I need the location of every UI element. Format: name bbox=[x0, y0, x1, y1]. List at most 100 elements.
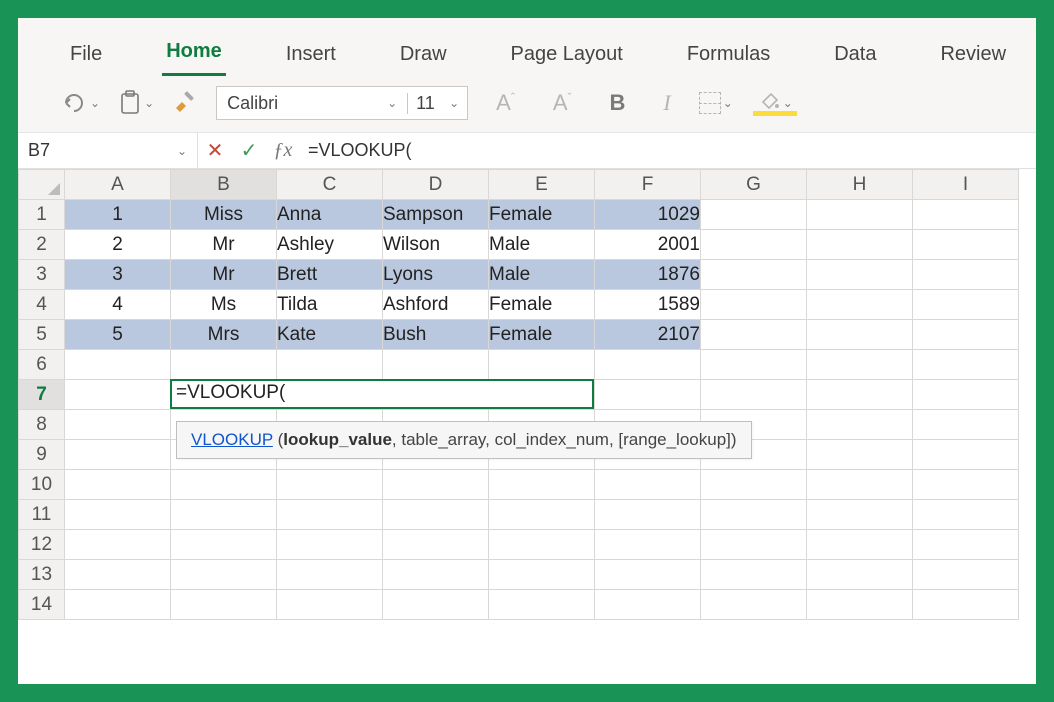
row-header-14[interactable]: 14 bbox=[19, 590, 65, 620]
tab-data[interactable]: Data bbox=[830, 33, 880, 76]
row-header-5[interactable]: 5 bbox=[19, 320, 65, 350]
cell-D3[interactable]: Lyons bbox=[383, 260, 489, 290]
cell-F14[interactable] bbox=[595, 590, 701, 620]
cell-G1[interactable] bbox=[701, 200, 807, 230]
cell-C6[interactable] bbox=[277, 350, 383, 380]
cell-G7[interactable] bbox=[701, 380, 807, 410]
column-header-B[interactable]: B bbox=[171, 170, 277, 200]
cell-C5[interactable]: Kate bbox=[277, 320, 383, 350]
fill-color-button[interactable]: ⌄ bbox=[751, 92, 799, 114]
cell-I12[interactable] bbox=[913, 530, 1019, 560]
row-header-10[interactable]: 10 bbox=[19, 470, 65, 500]
cell-C14[interactable] bbox=[277, 590, 383, 620]
decrease-font-button[interactable]: Aˇ bbox=[543, 90, 582, 116]
cell-B11[interactable] bbox=[171, 500, 277, 530]
cell-G3[interactable] bbox=[701, 260, 807, 290]
cell-H10[interactable] bbox=[807, 470, 913, 500]
cell-E3[interactable]: Male bbox=[489, 260, 595, 290]
cancel-formula-button[interactable]: ✕ bbox=[198, 133, 232, 168]
cell-I5[interactable] bbox=[913, 320, 1019, 350]
cell-C3[interactable]: Brett bbox=[277, 260, 383, 290]
cell-F11[interactable] bbox=[595, 500, 701, 530]
undo-button[interactable]: ⌄ bbox=[62, 92, 100, 114]
cell-I10[interactable] bbox=[913, 470, 1019, 500]
cell-C7[interactable] bbox=[277, 380, 383, 410]
cell-I3[interactable] bbox=[913, 260, 1019, 290]
cell-D6[interactable] bbox=[383, 350, 489, 380]
cell-D5[interactable]: Bush bbox=[383, 320, 489, 350]
cell-D11[interactable] bbox=[383, 500, 489, 530]
column-header-H[interactable]: H bbox=[807, 170, 913, 200]
tab-insert[interactable]: Insert bbox=[282, 33, 340, 76]
cell-E6[interactable] bbox=[489, 350, 595, 380]
cell-H7[interactable] bbox=[807, 380, 913, 410]
row-header-12[interactable]: 12 bbox=[19, 530, 65, 560]
cell-I14[interactable] bbox=[913, 590, 1019, 620]
tab-formulas[interactable]: Formulas bbox=[683, 33, 774, 76]
cell-B5[interactable]: Mrs bbox=[171, 320, 277, 350]
cell-F5[interactable]: 2107 bbox=[595, 320, 701, 350]
cell-F4[interactable]: 1589 bbox=[595, 290, 701, 320]
cell-H12[interactable] bbox=[807, 530, 913, 560]
cell-I13[interactable] bbox=[913, 560, 1019, 590]
cell-C1[interactable]: Anna bbox=[277, 200, 383, 230]
cell-I4[interactable] bbox=[913, 290, 1019, 320]
row-header-3[interactable]: 3 bbox=[19, 260, 65, 290]
tooltip-function-link[interactable]: VLOOKUP bbox=[191, 430, 273, 449]
select-all-corner[interactable] bbox=[19, 170, 65, 200]
cell-F2[interactable]: 2001 bbox=[595, 230, 701, 260]
cell-B2[interactable]: Mr bbox=[171, 230, 277, 260]
cell-F10[interactable] bbox=[595, 470, 701, 500]
cell-I11[interactable] bbox=[913, 500, 1019, 530]
cell-G6[interactable] bbox=[701, 350, 807, 380]
paste-button[interactable]: ⌄ bbox=[118, 90, 154, 116]
tab-draw[interactable]: Draw bbox=[396, 33, 451, 76]
cell-B14[interactable] bbox=[171, 590, 277, 620]
cell-D10[interactable] bbox=[383, 470, 489, 500]
cell-I8[interactable] bbox=[913, 410, 1019, 440]
column-header-D[interactable]: D bbox=[383, 170, 489, 200]
increase-font-button[interactable]: Aˆ bbox=[486, 90, 525, 116]
formula-input[interactable]: =VLOOKUP( bbox=[300, 140, 1036, 161]
row-header-9[interactable]: 9 bbox=[19, 440, 65, 470]
cell-C12[interactable] bbox=[277, 530, 383, 560]
tab-file[interactable]: File bbox=[66, 33, 106, 76]
tab-page-layout[interactable]: Page Layout bbox=[507, 33, 627, 76]
cell-D12[interactable] bbox=[383, 530, 489, 560]
cell-G12[interactable] bbox=[701, 530, 807, 560]
cell-G11[interactable] bbox=[701, 500, 807, 530]
font-size-selector[interactable]: 11 ⌄ bbox=[407, 93, 467, 114]
tab-review[interactable]: Review bbox=[936, 33, 1010, 76]
cell-H13[interactable] bbox=[807, 560, 913, 590]
column-header-C[interactable]: C bbox=[277, 170, 383, 200]
cell-H11[interactable] bbox=[807, 500, 913, 530]
cell-E4[interactable]: Female bbox=[489, 290, 595, 320]
cell-F13[interactable] bbox=[595, 560, 701, 590]
cell-C2[interactable]: Ashley bbox=[277, 230, 383, 260]
cell-B4[interactable]: Ms bbox=[171, 290, 277, 320]
spreadsheet-grid[interactable]: ABCDEFGHI 11MissAnnaSampsonFemale102922M… bbox=[18, 169, 1036, 684]
italic-button[interactable]: I bbox=[653, 90, 680, 116]
cell-E5[interactable]: Female bbox=[489, 320, 595, 350]
cell-A11[interactable] bbox=[65, 500, 171, 530]
cell-D7[interactable] bbox=[383, 380, 489, 410]
cell-H8[interactable] bbox=[807, 410, 913, 440]
cell-B13[interactable] bbox=[171, 560, 277, 590]
cell-A10[interactable] bbox=[65, 470, 171, 500]
column-header-I[interactable]: I bbox=[913, 170, 1019, 200]
cell-E10[interactable] bbox=[489, 470, 595, 500]
row-header-7[interactable]: 7 bbox=[19, 380, 65, 410]
row-header-13[interactable]: 13 bbox=[19, 560, 65, 590]
cell-E1[interactable]: Female bbox=[489, 200, 595, 230]
row-header-1[interactable]: 1 bbox=[19, 200, 65, 230]
cell-I6[interactable] bbox=[913, 350, 1019, 380]
cell-E7[interactable] bbox=[489, 380, 595, 410]
cell-H2[interactable] bbox=[807, 230, 913, 260]
cell-B1[interactable]: Miss bbox=[171, 200, 277, 230]
cell-H1[interactable] bbox=[807, 200, 913, 230]
cell-A9[interactable] bbox=[65, 440, 171, 470]
cell-C11[interactable] bbox=[277, 500, 383, 530]
cell-H6[interactable] bbox=[807, 350, 913, 380]
cell-H9[interactable] bbox=[807, 440, 913, 470]
cell-E14[interactable] bbox=[489, 590, 595, 620]
